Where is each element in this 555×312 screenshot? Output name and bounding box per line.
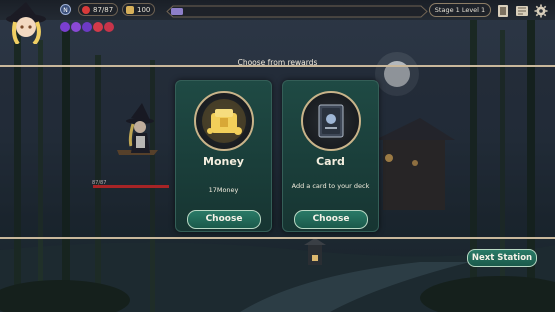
- banner-bottom-line: [0, 237, 555, 239]
- settings-gear-icon[interactable]: [534, 3, 548, 18]
- gold-counter: 100: [122, 3, 155, 16]
- map-icon[interactable]: [515, 3, 529, 17]
- reward-panel-backdrop: [0, 66, 555, 238]
- energy-orb: [60, 22, 70, 32]
- reward-title: Choose from rewards: [237, 58, 318, 67]
- energy-orb: [93, 22, 103, 32]
- choose-card-button[interactable]: Choose: [294, 210, 368, 229]
- level-badge: N: [60, 4, 71, 15]
- reward-option-description: Add a card to your deck: [291, 182, 370, 190]
- hp-value: 87/87: [93, 6, 114, 14]
- deck-icon[interactable]: [496, 3, 510, 17]
- gold-value: 100: [137, 6, 151, 14]
- hp-counter: 87/87: [78, 3, 118, 16]
- gold-coins-icon: [194, 91, 254, 151]
- energy-orb: [82, 22, 92, 32]
- stage-indicator: Stage 1 Level 1: [429, 3, 491, 17]
- coin-icon: [126, 6, 134, 14]
- card-book-icon: [301, 91, 361, 151]
- reward-option-title: Card: [316, 155, 345, 168]
- next-station-button[interactable]: Next Station: [467, 249, 537, 267]
- energy-orb: [71, 22, 81, 32]
- reward-option-description: 17Money: [208, 186, 239, 194]
- heart-icon: [82, 6, 90, 14]
- reward-option-title: Money: [203, 155, 244, 168]
- energy-orb: [104, 22, 114, 32]
- choose-money-button[interactable]: Choose: [187, 210, 261, 229]
- stage-progress-track: [163, 3, 429, 18]
- player-portrait[interactable]: [2, 0, 54, 46]
